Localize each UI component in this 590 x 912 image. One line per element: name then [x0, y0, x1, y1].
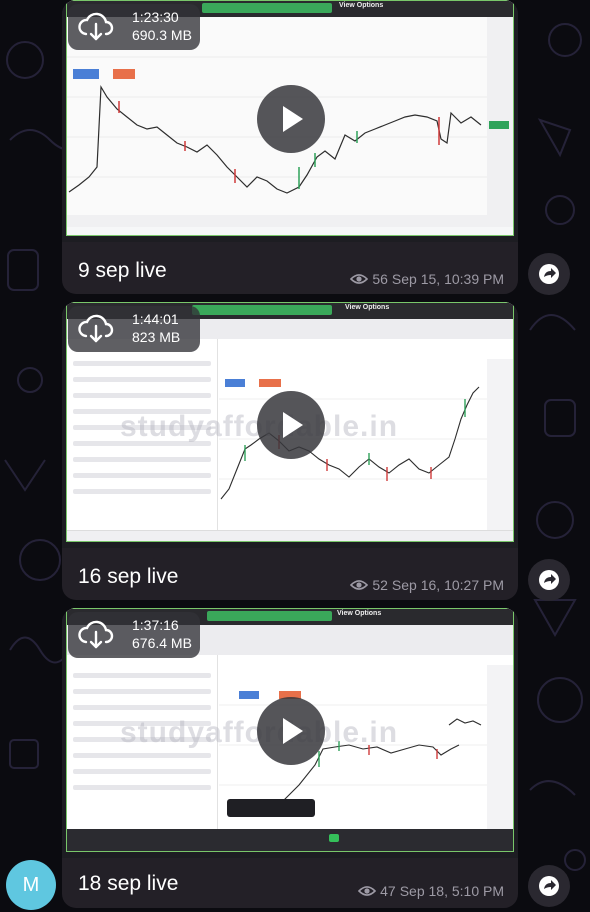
- view-options-label: View Options: [345, 304, 390, 311]
- message-meta: 47 Sep 18, 5:10 PM: [358, 883, 504, 899]
- cloud-download-icon: [78, 620, 114, 649]
- play-button[interactable]: [257, 391, 325, 459]
- recording-banner: [202, 3, 332, 13]
- share-arrow-icon: [539, 570, 559, 590]
- message-timestamp: Sep 16, 10:27 PM: [391, 577, 504, 593]
- price-chart-thumbnail: [219, 379, 489, 500]
- share-button-1[interactable]: [528, 253, 570, 295]
- eye-icon: [350, 274, 369, 284]
- video-message-3[interactable]: View Options 1:37:16 676.4 MB 18 sep liv…: [62, 608, 518, 908]
- meeting-controls-bar: [67, 829, 513, 851]
- play-button[interactable]: [257, 85, 325, 153]
- message-timestamp: Sep 18, 5:10 PM: [399, 883, 504, 899]
- share-button-3[interactable]: [528, 865, 570, 907]
- cloud-download-icon: [78, 12, 114, 41]
- download-badge[interactable]: 1:23:30 690.3 MB: [68, 4, 200, 50]
- play-icon: [283, 106, 303, 132]
- video-file-size: 823 MB: [132, 329, 181, 345]
- video-file-size: 690.3 MB: [132, 27, 192, 43]
- cloud-download-icon: [78, 314, 114, 343]
- share-button-2[interactable]: [528, 559, 570, 601]
- download-badge[interactable]: 1:44:01 823 MB: [68, 306, 200, 352]
- popup-notice: [227, 799, 315, 817]
- video-thumbnail-3[interactable]: View Options 1:37:16 676.4 MB: [62, 608, 518, 858]
- play-icon: [283, 412, 303, 438]
- view-count: 47: [380, 883, 396, 899]
- video-duration: 1:23:30: [132, 9, 179, 25]
- eye-icon: [350, 580, 369, 590]
- video-message-1[interactable]: View Options 1:23:30 690.3 MB 9 sep live…: [62, 0, 518, 294]
- view-options-label: View Options: [339, 2, 384, 9]
- sender-avatar[interactable]: M: [6, 860, 56, 910]
- video-thumbnail-2[interactable]: View Options 1:44:01 823 MB: [62, 302, 518, 548]
- play-icon: [283, 718, 303, 744]
- message-caption: 16 sep live: [78, 565, 179, 588]
- message-meta: 52 Sep 16, 10:27 PM: [350, 577, 504, 593]
- eye-icon: [358, 886, 377, 896]
- video-duration: 1:44:01: [132, 311, 179, 327]
- view-count: 52: [372, 577, 388, 593]
- recording-banner: [192, 305, 332, 315]
- view-options-label: View Options: [337, 610, 382, 617]
- share-arrow-icon: [539, 876, 559, 896]
- video-thumbnail-1[interactable]: View Options 1:23:30 690.3 MB: [62, 0, 518, 242]
- video-duration: 1:37:16: [132, 617, 179, 633]
- video-message-2[interactable]: View Options 1:44:01 823 MB 16 sep live …: [62, 302, 518, 600]
- message-caption: 18 sep live: [78, 872, 179, 895]
- video-file-size: 676.4 MB: [132, 635, 192, 651]
- play-button[interactable]: [257, 697, 325, 765]
- message-timestamp: Sep 15, 10:39 PM: [391, 271, 504, 287]
- message-meta: 56 Sep 15, 10:39 PM: [350, 271, 504, 287]
- share-arrow-icon: [539, 264, 559, 284]
- view-count: 56: [372, 271, 388, 287]
- download-badge[interactable]: 1:37:16 676.4 MB: [68, 612, 200, 658]
- message-caption: 9 sep live: [78, 259, 167, 282]
- recording-banner: [207, 611, 332, 621]
